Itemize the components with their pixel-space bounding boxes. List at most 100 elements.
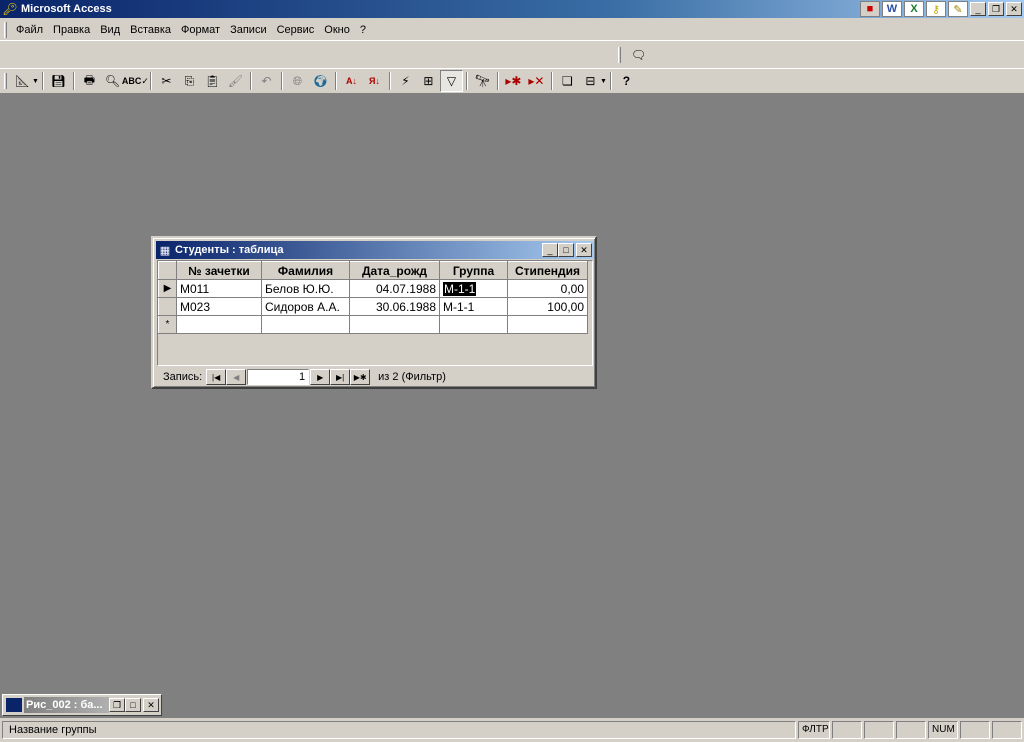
spelling-icon[interactable]: ABC✓: [122, 70, 149, 92]
chevron-down-icon[interactable]: ▼: [600, 78, 607, 85]
menu-bar: Файл Правка Вид Вставка Формат Записи Се…: [0, 19, 1024, 41]
separator: [41, 72, 44, 90]
table-row: М023 Сидоров А.А. 30.06.1988 М-1-1 100,0…: [158, 297, 588, 316]
excel-icon[interactable]: X: [904, 1, 924, 17]
maximize-button[interactable]: □: [558, 243, 574, 257]
app-title-bar: 🔑︎ Microsoft Access ■ W X ⚷ ✎ _ ❐ ✕: [0, 0, 1024, 18]
cell[interactable]: М023: [176, 297, 262, 316]
new-object-icon[interactable]: ⊟: [579, 70, 602, 92]
cell[interactable]: 30.06.1988: [349, 297, 440, 316]
menu-records[interactable]: Записи: [225, 24, 272, 36]
column-header[interactable]: Стипендия: [507, 261, 588, 280]
cell[interactable]: [261, 315, 350, 334]
row-selector[interactable]: [158, 297, 177, 316]
table-window: ▦ Студенты : таблица _ □ ✕ № зачетки Фам…: [151, 236, 597, 389]
select-all-corner[interactable]: [158, 261, 177, 280]
filter-form-icon[interactable]: ⊞: [417, 70, 440, 92]
cell[interactable]: Белов Ю.Ю.: [261, 279, 350, 298]
column-header[interactable]: Дата_рожд: [349, 261, 440, 280]
view-design-icon[interactable]: 📐︎: [11, 70, 34, 92]
undo-icon[interactable]: ↶: [255, 70, 278, 92]
menu-file[interactable]: Файл: [11, 24, 48, 36]
next-record-button[interactable]: ▶: [310, 369, 331, 385]
new-record-nav-button[interactable]: ▶✱: [350, 369, 371, 385]
minimized-database-window[interactable]: Рис_002 : ба... ❐ □ ✕: [2, 694, 162, 716]
status-bar: Название группы ФЛТР NUM: [0, 718, 1024, 742]
office-shortcut-icon[interactable]: ■: [860, 1, 880, 17]
copy-icon[interactable]: ⎘: [178, 70, 201, 92]
cell-group-selected[interactable]: М-1-1: [439, 279, 508, 298]
num-lock-indicator: NUM: [928, 721, 958, 739]
maximize-button[interactable]: □: [125, 698, 141, 712]
save-icon[interactable]: 💾︎: [47, 70, 70, 92]
minimize-button[interactable]: _: [970, 2, 986, 16]
separator: [249, 72, 252, 90]
menu-window[interactable]: Окно: [319, 24, 355, 36]
minimize-button[interactable]: _: [542, 243, 558, 257]
column-header[interactable]: Фамилия: [261, 261, 350, 280]
current-record-icon[interactable]: ▶: [158, 279, 177, 298]
menu-tools[interactable]: Сервис: [272, 24, 320, 36]
prev-record-button[interactable]: ◀: [226, 369, 247, 385]
toolbar-grip[interactable]: [618, 47, 621, 63]
print-preview-icon[interactable]: 🔍︎: [101, 70, 124, 92]
restore-button[interactable]: ❐: [109, 698, 125, 712]
status-text: Название группы: [2, 721, 796, 739]
help-icon[interactable]: ?: [615, 70, 638, 92]
cell[interactable]: Сидоров А.А.: [261, 297, 350, 316]
table-row: ▶ М011 Белов Ю.Ю. 04.07.1988 М-1-1 0,00: [158, 279, 588, 298]
cell[interactable]: 04.07.1988: [349, 279, 440, 298]
format-painter-icon[interactable]: 🖌︎: [224, 70, 247, 92]
filter-selection-icon[interactable]: ⚡︎: [394, 70, 417, 92]
status-indicator: [864, 721, 894, 739]
binder-icon[interactable]: ✎: [948, 1, 968, 17]
database-window-icon[interactable]: ❏: [556, 70, 579, 92]
menu-view[interactable]: Вид: [95, 24, 125, 36]
table-window-title-bar[interactable]: ▦ Студенты : таблица _ □ ✕: [156, 241, 594, 259]
menu-help[interactable]: ?: [355, 24, 371, 36]
menu-grip[interactable]: [4, 21, 7, 38]
chevron-down-icon[interactable]: ▼: [32, 78, 39, 85]
find-icon[interactable]: 🔭︎: [471, 70, 494, 92]
cell[interactable]: 0,00: [507, 279, 588, 298]
restore-button[interactable]: ❐: [988, 2, 1004, 16]
close-button[interactable]: ✕: [576, 243, 592, 257]
filter-indicator: ФЛТР: [798, 721, 830, 739]
apply-filter-icon[interactable]: ▽: [439, 70, 463, 92]
cell[interactable]: [507, 315, 588, 334]
column-header[interactable]: № зачетки: [176, 261, 262, 280]
close-button[interactable]: ✕: [143, 698, 159, 712]
paste-icon[interactable]: 📋︎: [201, 70, 224, 92]
separator: [149, 72, 152, 90]
web-icon[interactable]: 🌍︎: [309, 70, 332, 92]
toolbar-grip[interactable]: [4, 73, 7, 89]
cell[interactable]: [176, 315, 262, 334]
print-icon[interactable]: 🖶︎: [78, 70, 101, 92]
cell[interactable]: [349, 315, 440, 334]
record-number-input[interactable]: [247, 369, 310, 385]
delete-record-icon[interactable]: ▸✕: [525, 70, 548, 92]
cell[interactable]: 100,00: [507, 297, 588, 316]
office-assistant-icon[interactable]: 🗨︎: [627, 44, 650, 66]
menu-edit[interactable]: Правка: [48, 24, 95, 36]
sort-asc-icon[interactable]: A↓: [340, 70, 363, 92]
hyperlink-icon[interactable]: 🌐︎: [286, 70, 309, 92]
column-header[interactable]: Группа: [439, 261, 508, 280]
close-button[interactable]: ✕: [1006, 2, 1022, 16]
first-record-button[interactable]: |◀: [206, 369, 227, 385]
cell[interactable]: М011: [176, 279, 262, 298]
new-record-icon[interactable]: *: [158, 315, 177, 334]
menu-format[interactable]: Формат: [176, 24, 225, 36]
cell[interactable]: [439, 315, 508, 334]
last-record-button[interactable]: ▶|: [330, 369, 351, 385]
access-key-icon[interactable]: ⚷: [926, 1, 946, 17]
table-icon: ▦: [159, 244, 171, 257]
cut-icon[interactable]: ✂︎: [155, 70, 178, 92]
cell[interactable]: М-1-1: [439, 297, 508, 316]
word-icon[interactable]: W: [882, 1, 902, 17]
new-record-icon[interactable]: ▸✱: [502, 70, 525, 92]
separator: [280, 72, 283, 90]
database-icon: [6, 698, 22, 712]
sort-desc-icon[interactable]: Я↓: [363, 70, 386, 92]
menu-insert[interactable]: Вставка: [125, 24, 176, 36]
